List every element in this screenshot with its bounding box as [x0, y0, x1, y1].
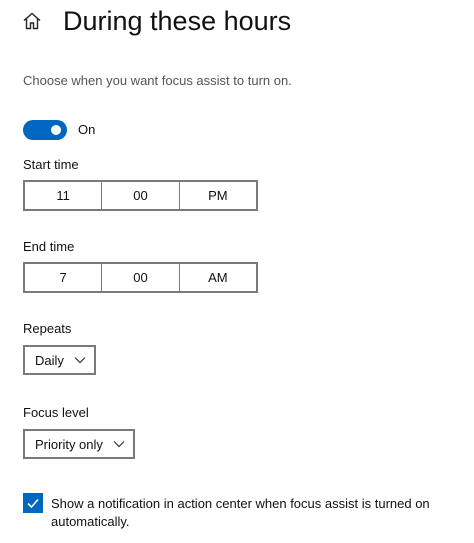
start-hour[interactable]: 11	[25, 182, 101, 209]
repeats-dropdown[interactable]: Daily	[23, 345, 96, 375]
home-icon[interactable]	[22, 11, 42, 31]
start-minute[interactable]: 00	[101, 182, 178, 209]
focus-level-label: Focus level	[23, 405, 89, 420]
description-text: Choose when you want focus assist to tur…	[23, 73, 292, 88]
end-period[interactable]: AM	[178, 264, 256, 291]
toggle-knob	[51, 125, 61, 135]
focus-level-dropdown[interactable]: Priority only	[23, 429, 135, 459]
notification-checkbox-label[interactable]: Show a notification in action center whe…	[51, 495, 461, 531]
repeats-value: Daily	[35, 352, 64, 368]
start-time-label: Start time	[23, 157, 79, 172]
focus-level-value: Priority only	[35, 436, 103, 452]
end-time-label: End time	[23, 239, 75, 254]
end-minute[interactable]: 00	[101, 264, 178, 291]
chevron-down-icon	[74, 357, 86, 364]
end-hour[interactable]: 7	[25, 264, 101, 291]
end-time-picker[interactable]: 7 00 AM	[23, 262, 258, 293]
chevron-down-icon	[113, 441, 125, 448]
start-time-picker[interactable]: 11 00 PM	[23, 180, 258, 211]
focus-assist-toggle[interactable]	[23, 120, 67, 140]
repeats-label: Repeats	[23, 321, 72, 336]
notification-checkbox[interactable]	[23, 493, 43, 513]
page-title: During these hours	[63, 6, 292, 36]
start-period[interactable]: PM	[178, 182, 256, 209]
checkmark-icon	[27, 498, 39, 509]
toggle-state-label: On	[78, 122, 96, 137]
